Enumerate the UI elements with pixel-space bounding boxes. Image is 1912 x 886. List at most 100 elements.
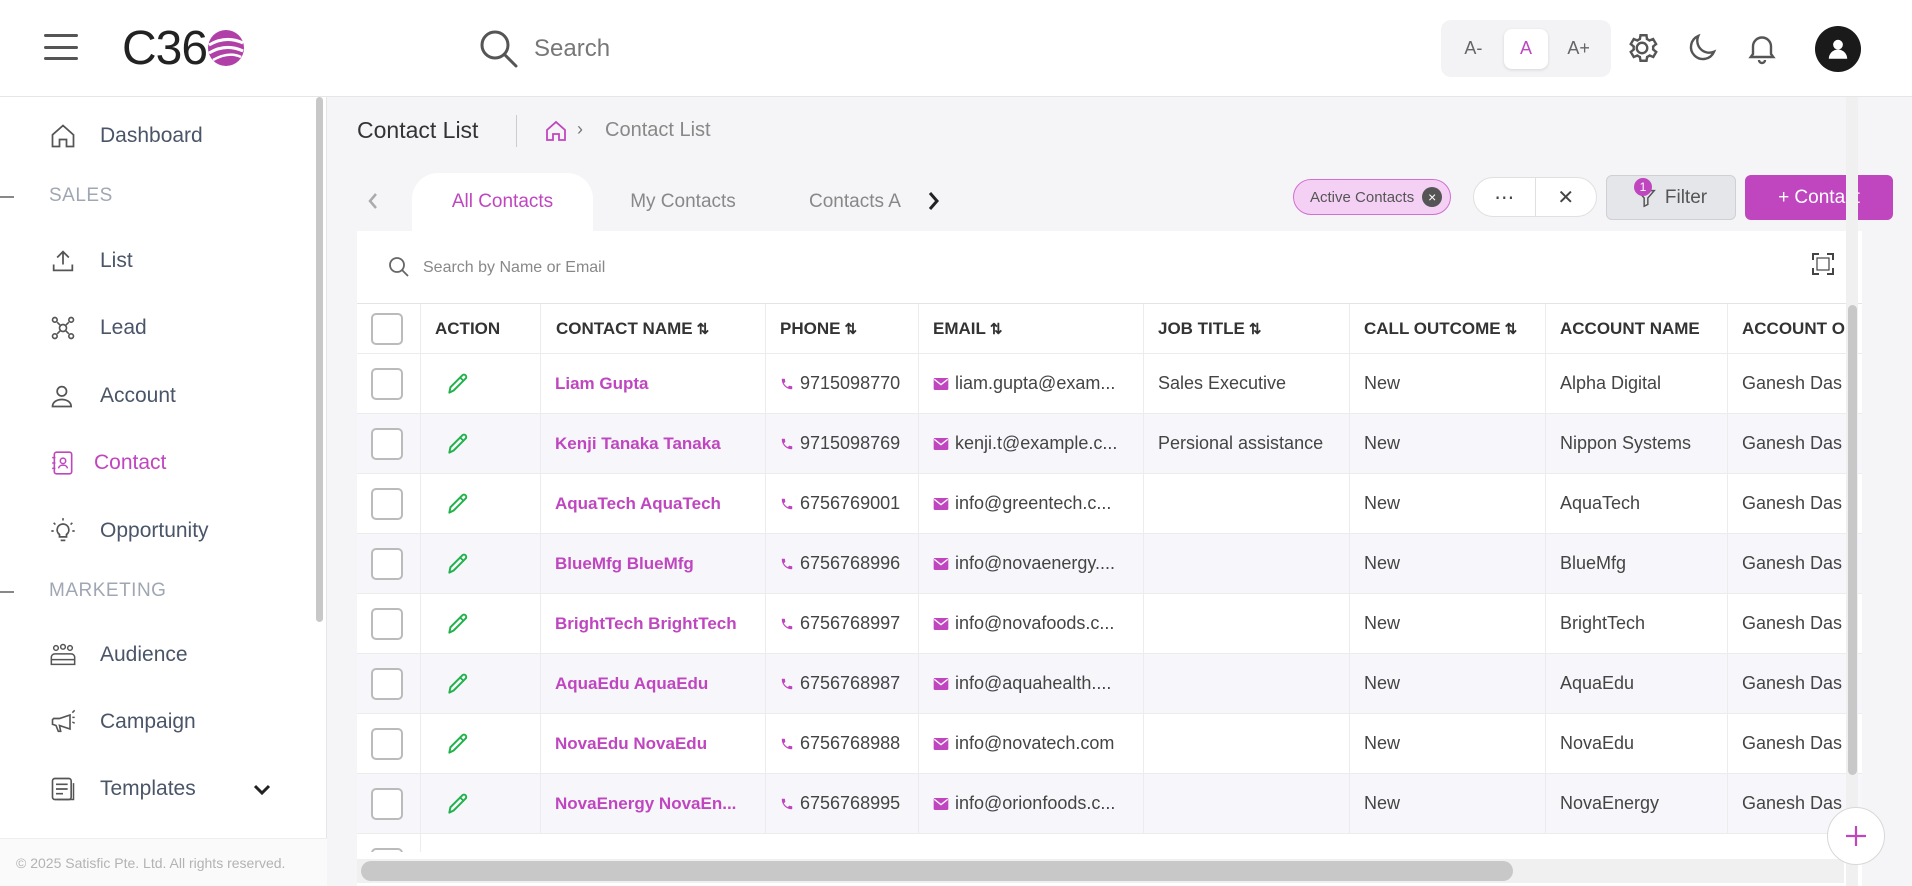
contact-name-link[interactable]: AquaEdu AquaEdu — [555, 674, 708, 694]
phone-value[interactable]: 6756768996 — [800, 553, 900, 574]
account-owner-cell: Ganesh Das — [1742, 553, 1843, 573]
table-row[interactable]: NovaEnergy NovaEn... 6756768995 info@orion… — [357, 774, 1862, 834]
row-select — [357, 354, 421, 413]
sidebar-scrollbar[interactable] — [316, 97, 323, 622]
row-checkbox[interactable] — [371, 847, 403, 852]
header-call-outcome[interactable]: CALL OUTCOME ⇅ — [1350, 304, 1546, 353]
edit-pencil-icon[interactable] — [445, 371, 471, 397]
sidebar-item-contact[interactable]: Contact — [48, 443, 166, 483]
sidebar-item-campaign[interactable]: Campaign — [48, 702, 196, 742]
email-value[interactable]: info@aquahealth.... — [955, 673, 1111, 694]
bell-icon[interactable] — [1744, 30, 1780, 66]
fullscreen-icon[interactable] — [1812, 253, 1834, 275]
edit-pencil-icon[interactable] — [445, 491, 471, 517]
phone-value[interactable]: 6756769001 — [800, 493, 900, 514]
contact-name-link[interactable]: Kenji Tanaka Tanaka — [555, 434, 721, 454]
header-contact-name[interactable]: CONTACT NAME ⇅ — [541, 304, 766, 353]
phone-value[interactable]: 6756768988 — [800, 733, 900, 754]
row-checkbox[interactable] — [371, 427, 403, 460]
search-icon[interactable] — [478, 28, 520, 70]
sidebar-item-list[interactable]: List — [48, 241, 133, 281]
table-search-input[interactable] — [423, 251, 923, 285]
phone-value[interactable]: 9715098769 — [800, 433, 900, 454]
logo[interactable]: C36 — [122, 20, 247, 76]
row-checkbox[interactable] — [371, 667, 403, 700]
edit-pencil-icon[interactable] — [445, 551, 471, 577]
breadcrumb-home-icon[interactable] — [544, 119, 568, 143]
sidebar-item-lead[interactable]: Lead — [48, 308, 147, 348]
row-checkbox[interactable] — [371, 487, 403, 520]
group-icon — [50, 643, 76, 666]
menu-icon[interactable] — [44, 34, 78, 60]
email-value[interactable]: liam.gupta@exam... — [955, 373, 1115, 394]
add-contact-button[interactable]: + Contact — [1745, 175, 1893, 220]
row-checkbox[interactable] — [371, 727, 403, 760]
row-checkbox[interactable] — [371, 547, 403, 580]
row-checkbox[interactable] — [371, 607, 403, 640]
header-email[interactable]: EMAIL ⇅ — [919, 304, 1144, 353]
sidebar-item-opportunity[interactable]: Opportunity — [48, 511, 209, 551]
table-row[interactable]: Kenji Tanaka Tanaka 9715098769 kenji.t@exa… — [357, 414, 1862, 474]
vertical-scrollbar[interactable] — [1848, 305, 1857, 775]
edit-pencil-icon[interactable] — [445, 791, 471, 817]
user-avatar[interactable] — [1815, 26, 1861, 72]
clear-icon[interactable]: ✕ — [1536, 178, 1597, 216]
table-row[interactable]: AquaTech AquaTech 6756769001 info@greentec… — [357, 474, 1862, 534]
tab-all-contacts[interactable]: All Contacts — [412, 173, 593, 231]
quick-add-button[interactable] — [1827, 807, 1885, 865]
tabs-bar: All Contacts My Contacts Contacts A Acti… — [357, 173, 1893, 231]
tab-my-contacts[interactable]: My Contacts — [603, 173, 763, 231]
filter-button[interactable]: 1 Filter — [1606, 175, 1736, 220]
phone-value[interactable]: 6756768997 — [800, 613, 900, 634]
chevron-left-icon[interactable] — [365, 189, 381, 213]
tab-contacts-other[interactable]: Contacts A — [777, 173, 909, 231]
contact-name-link[interactable]: BrightTech BrightTech — [555, 614, 737, 634]
account-name-cell: BrightTech — [1546, 594, 1728, 653]
email-value[interactable]: info@novatech.com — [955, 733, 1114, 754]
horizontal-scrollbar[interactable] — [361, 861, 1513, 881]
table-row[interactable]: BrightTech BrightTech 6756768997 info@nova… — [357, 594, 1862, 654]
more-options-icon[interactable]: ⋯ — [1474, 178, 1536, 216]
moon-icon[interactable] — [1684, 30, 1720, 66]
sidebar-item-audience[interactable]: Audience — [48, 635, 188, 675]
select-all-checkbox[interactable] — [371, 312, 403, 345]
table-row[interactable]: AquaEdu AquaEdu 6756768987 info@aquahealth… — [357, 654, 1862, 714]
email-value[interactable]: info@orionfoods.c... — [955, 793, 1115, 814]
sidebar-item-templates[interactable]: Templates — [48, 769, 196, 809]
contact-name-link[interactable]: NovaEnergy NovaEn... — [555, 794, 736, 814]
phone-value[interactable]: 6756768987 — [800, 673, 900, 694]
font-increase-button[interactable]: A+ — [1557, 29, 1601, 69]
table-row[interactable]: Liam Gupta 9715098770 liam.gupta@exam... Sa… — [357, 354, 1862, 414]
email-value[interactable]: kenji.t@example.c... — [955, 433, 1117, 454]
contact-name-link[interactable]: Liam Gupta — [555, 374, 649, 394]
global-search-input[interactable] — [534, 30, 914, 68]
edit-pencil-icon[interactable] — [445, 611, 471, 637]
row-checkbox[interactable] — [371, 367, 403, 400]
font-default-button[interactable]: A — [1503, 28, 1548, 69]
chevron-down-icon[interactable] — [252, 783, 272, 797]
row-checkbox[interactable] — [371, 787, 403, 820]
email-value[interactable]: info@novafoods.c... — [955, 613, 1114, 634]
close-icon[interactable]: × — [1422, 187, 1443, 207]
email-value[interactable]: info@greentech.c... — [955, 493, 1111, 514]
header-phone[interactable]: PHONE ⇅ — [766, 304, 919, 353]
contact-name-link[interactable]: NovaEdu NovaEdu — [555, 734, 707, 754]
sidebar-item-dashboard[interactable]: Dashboard — [48, 116, 203, 156]
header-job-title[interactable]: JOB TITLE ⇅ — [1144, 304, 1350, 353]
table-row[interactable]: BlueMfg BlueMfg 6756768996 info@novaenergy… — [357, 534, 1862, 594]
gear-icon[interactable] — [1624, 30, 1660, 66]
table-row[interactable]: NovaEdu NovaEdu 6756768988 info@novatech.c… — [357, 714, 1862, 774]
phone-value[interactable]: 9715098770 — [800, 373, 900, 394]
sidebar-item-account[interactable]: Account — [48, 376, 176, 416]
edit-pencil-icon[interactable] — [445, 671, 471, 697]
header-action: ACTION — [421, 304, 541, 353]
edit-pencil-icon[interactable] — [445, 731, 471, 757]
contact-name-link[interactable]: AquaTech AquaTech — [555, 494, 721, 514]
phone-value[interactable]: 6756768995 — [800, 793, 900, 814]
chevron-right-icon[interactable] — [925, 188, 941, 214]
email-value[interactable]: info@novaenergy.... — [955, 553, 1115, 574]
edit-pencil-icon[interactable] — [445, 431, 471, 457]
row-select — [357, 714, 421, 773]
font-decrease-button[interactable]: A- — [1451, 29, 1495, 69]
contact-name-link[interactable]: BlueMfg BlueMfg — [555, 554, 694, 574]
